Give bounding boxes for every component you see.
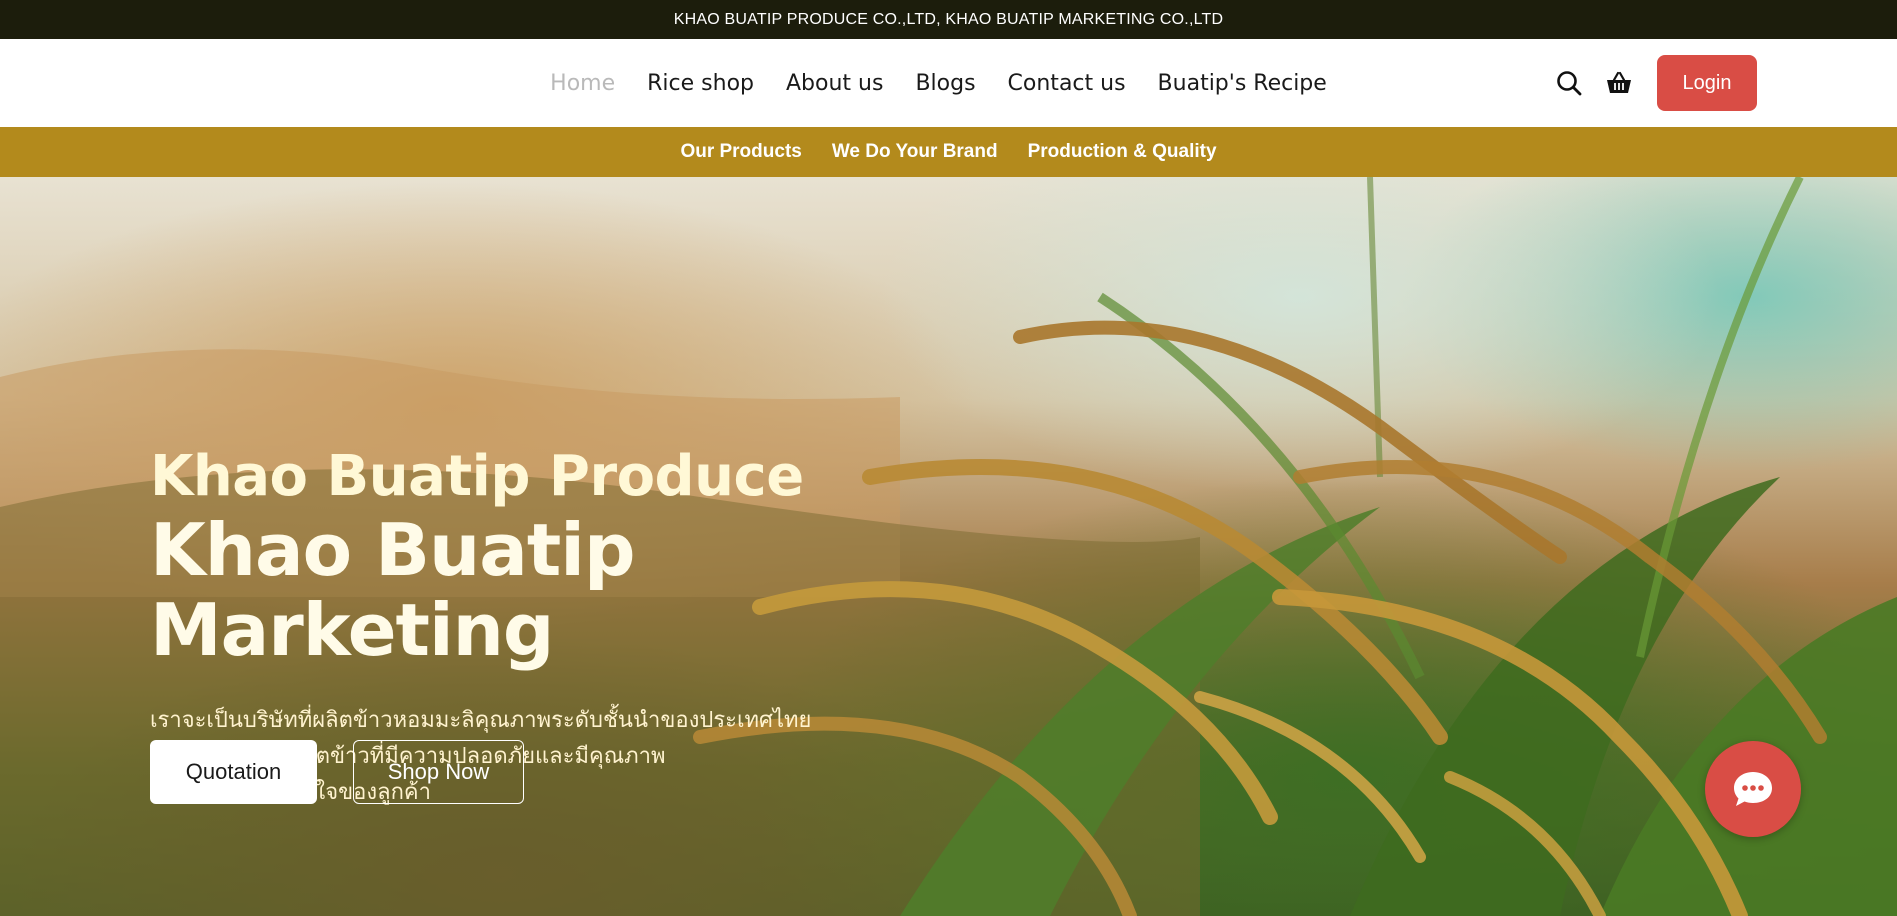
top-announcement-bar: KHAO BUATIP PRODUCE CO.,LTD, KHAO BUATIP… bbox=[0, 0, 1897, 39]
nav-buatips-recipe[interactable]: Buatip's Recipe bbox=[1142, 71, 1343, 96]
subnav-our-products[interactable]: Our Products bbox=[680, 141, 801, 163]
main-navbar: Home Rice shop About us Blogs Contact us… bbox=[0, 39, 1897, 127]
login-button[interactable]: Login bbox=[1657, 55, 1757, 111]
quotation-button[interactable]: Quotation bbox=[150, 740, 317, 804]
hero-buttons: Quotation Shop Now bbox=[150, 740, 524, 804]
shop-now-button[interactable]: Shop Now bbox=[353, 740, 524, 804]
nav-contact-us[interactable]: Contact us bbox=[992, 71, 1142, 96]
chat-button[interactable] bbox=[1705, 741, 1801, 837]
basket-icon[interactable] bbox=[1601, 65, 1637, 101]
subnav-production-quality[interactable]: Production & Quality bbox=[1028, 141, 1217, 163]
nav-blogs[interactable]: Blogs bbox=[899, 71, 991, 96]
hero-title-line1: Khao Buatip Produce bbox=[150, 444, 804, 509]
company-names: KHAO BUATIP PRODUCE CO.,LTD, KHAO BUATIP… bbox=[673, 10, 1224, 28]
nav-home[interactable]: Home bbox=[534, 71, 631, 96]
search-icon[interactable] bbox=[1551, 65, 1587, 101]
hero-title-line2: Khao Buatip Marketing bbox=[150, 508, 636, 672]
hero-banner: Khao Buatip Produce Khao Buatip Marketin… bbox=[0, 177, 1897, 916]
sub-navbar: Our Products We Do Your Brand Production… bbox=[0, 127, 1897, 177]
chat-bubble-icon bbox=[1734, 772, 1772, 806]
hero-description-line: เราจะเป็นบริษัทที่ผลิตข้าวหอมมะลิคุณภาพร… bbox=[150, 707, 812, 732]
nav-actions: Login bbox=[1551, 55, 1757, 111]
nav-rice-shop[interactable]: Rice shop bbox=[631, 71, 770, 96]
subnav-we-do-your-brand[interactable]: We Do Your Brand bbox=[832, 141, 998, 163]
nav-about-us[interactable]: About us bbox=[770, 71, 899, 96]
